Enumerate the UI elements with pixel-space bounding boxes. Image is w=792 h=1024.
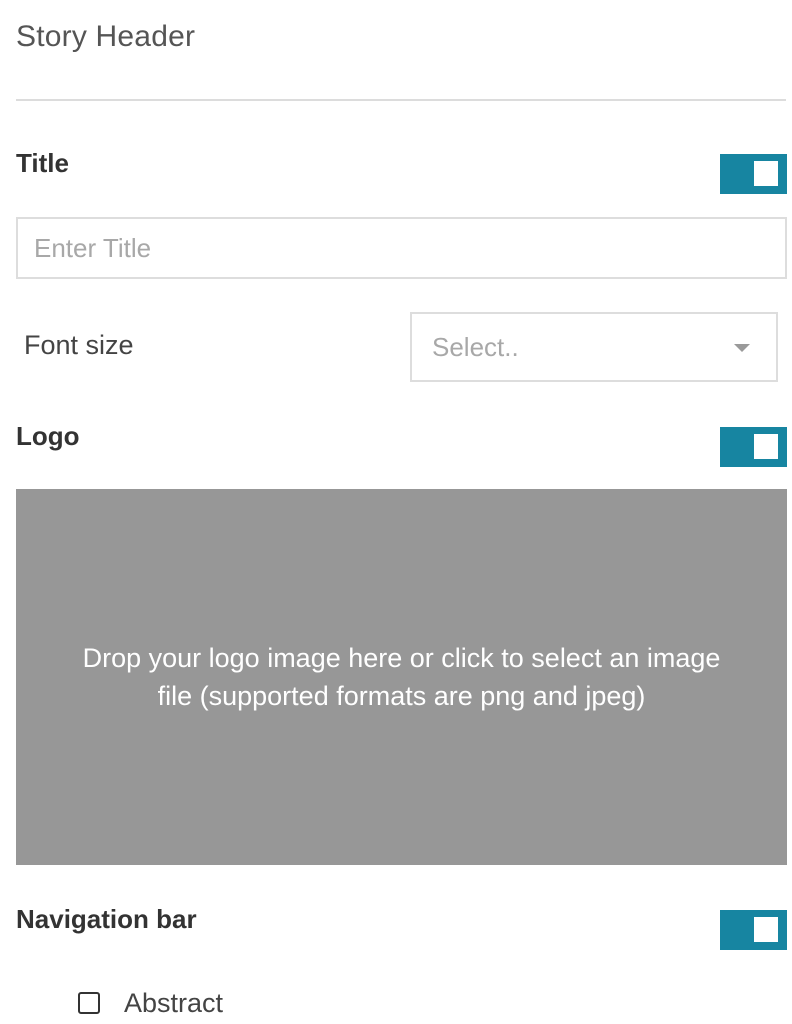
title-input[interactable]	[16, 217, 787, 279]
dropzone-text-line1: Drop your logo image here or click to se…	[82, 643, 721, 673]
nav-option-abstract[interactable]: Abstract	[78, 985, 223, 1021]
logo-dropzone[interactable]: Drop your logo image here or click to se…	[16, 489, 787, 865]
dropzone-text-line2: file (supported formats are png and jpeg…	[157, 681, 646, 711]
logo-toggle[interactable]	[720, 427, 787, 467]
navigation-section-label: Navigation bar	[16, 904, 197, 934]
header-divider	[16, 99, 786, 101]
nav-option-label: Abstract	[124, 987, 224, 1018]
checkbox[interactable]	[78, 992, 100, 1014]
toggle-knob	[754, 161, 778, 186]
font-size-select[interactable]: Select..	[410, 312, 778, 382]
navigation-toggle[interactable]	[720, 910, 787, 950]
title-toggle[interactable]	[720, 154, 787, 194]
title-section-label: Title	[16, 148, 69, 178]
dropzone-instructions: Drop your logo image here or click to se…	[16, 639, 787, 715]
toggle-knob	[754, 917, 778, 942]
toggle-knob	[754, 434, 778, 459]
chevron-down-icon	[734, 344, 750, 352]
font-size-label: Font size	[24, 330, 134, 360]
panel-title: Story Header	[16, 20, 196, 53]
logo-section-label: Logo	[16, 421, 80, 451]
font-size-select-placeholder: Select..	[432, 332, 519, 362]
